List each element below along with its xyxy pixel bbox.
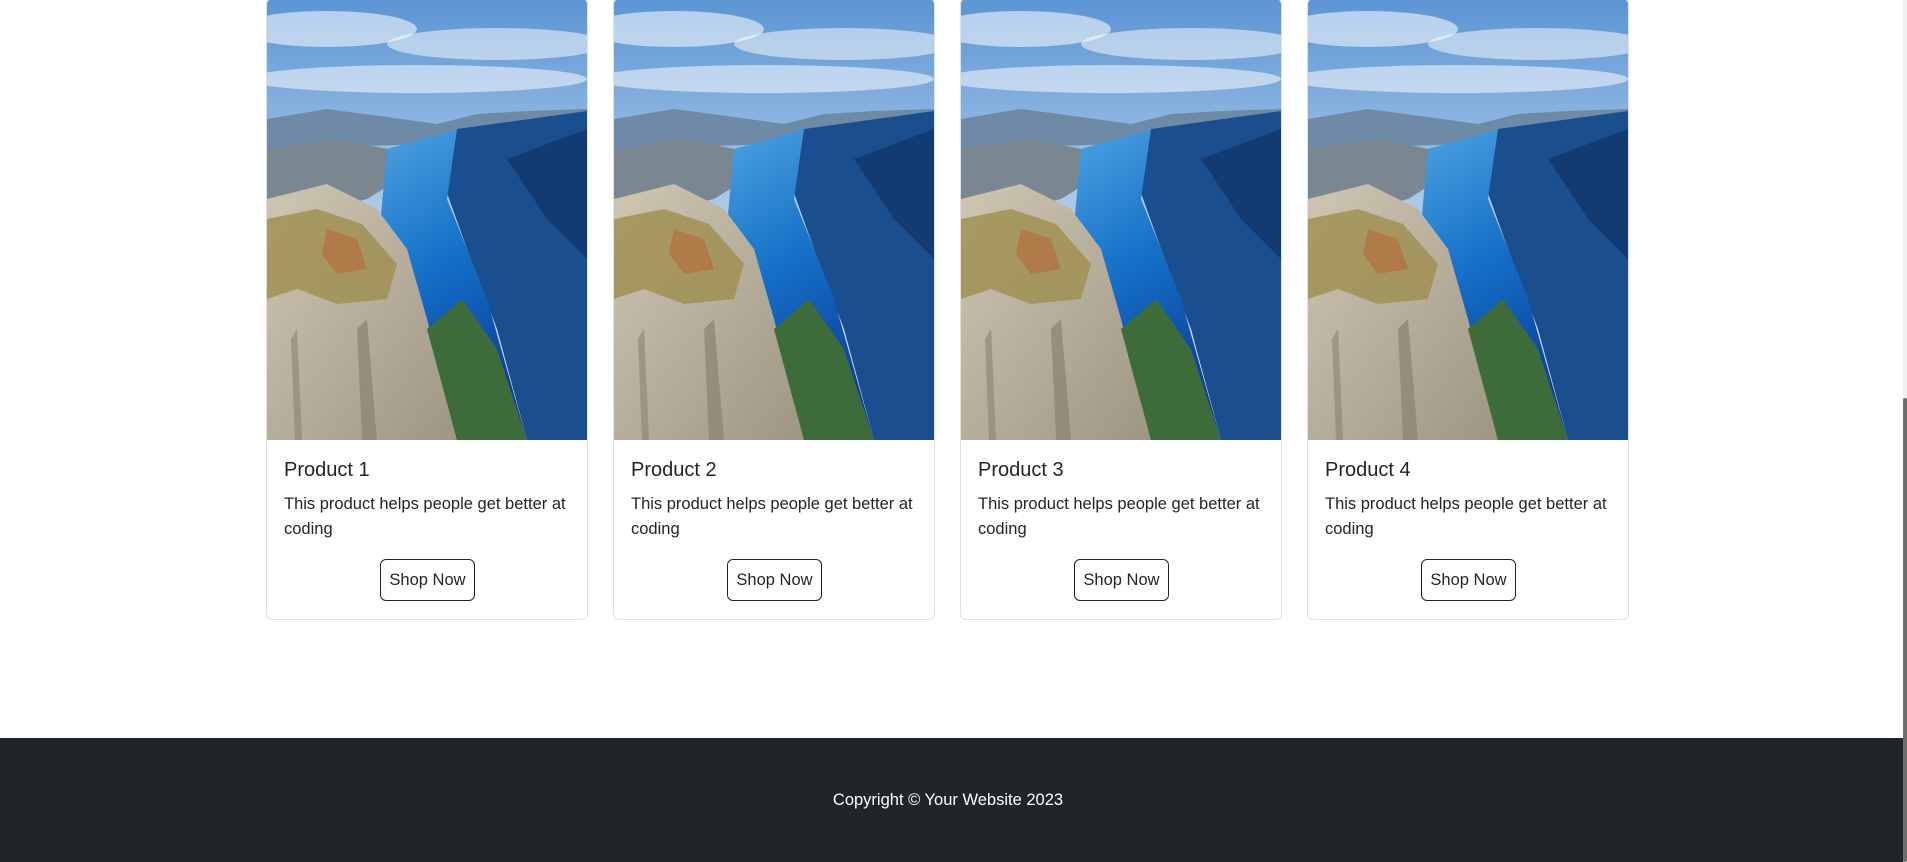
- shop-now-button[interactable]: Shop Now: [727, 559, 822, 601]
- scrollbar-thumb[interactable]: [1903, 398, 1907, 862]
- product-title: Product 1: [284, 459, 370, 481]
- card-body: Product 2 This product helps people get …: [631, 440, 918, 619]
- product-title: Product 4: [1325, 459, 1411, 481]
- site-footer: Copyright © Your Website 2023: [0, 738, 1903, 862]
- product-image: [961, 0, 1281, 440]
- product-description: This product helps people get better at …: [978, 495, 1260, 538]
- shop-now-button[interactable]: Shop Now: [1421, 559, 1516, 601]
- product-description: This product helps people get better at …: [631, 495, 913, 538]
- page: Product 1 This product helps people get …: [0, 0, 1903, 862]
- product-image: [267, 0, 587, 440]
- copyright-text: Copyright © Your Website 2023: [832, 791, 1064, 809]
- product-title: Product 2: [631, 459, 717, 481]
- card-body: Product 3 This product helps people get …: [978, 440, 1265, 619]
- product-card: Product 2 This product helps people get …: [613, 0, 935, 620]
- product-image: [1308, 0, 1628, 440]
- card-body: Product 4 This product helps people get …: [1325, 440, 1612, 619]
- product-card: Product 3 This product helps people get …: [960, 0, 1282, 620]
- card-body: Product 1 This product helps people get …: [284, 440, 571, 619]
- product-card-grid: Product 1 This product helps people get …: [266, 0, 1630, 620]
- product-card: Product 1 This product helps people get …: [266, 0, 588, 620]
- product-description: This product helps people get better at …: [1325, 495, 1607, 538]
- page-scrollbar[interactable]: [1903, 0, 1907, 862]
- product-card: Product 4 This product helps people get …: [1307, 0, 1629, 620]
- product-description: This product helps people get better at …: [284, 495, 566, 538]
- product-title: Product 3: [978, 459, 1064, 481]
- product-image: [614, 0, 934, 440]
- shop-now-button[interactable]: Shop Now: [1074, 559, 1169, 601]
- shop-now-button[interactable]: Shop Now: [380, 559, 475, 601]
